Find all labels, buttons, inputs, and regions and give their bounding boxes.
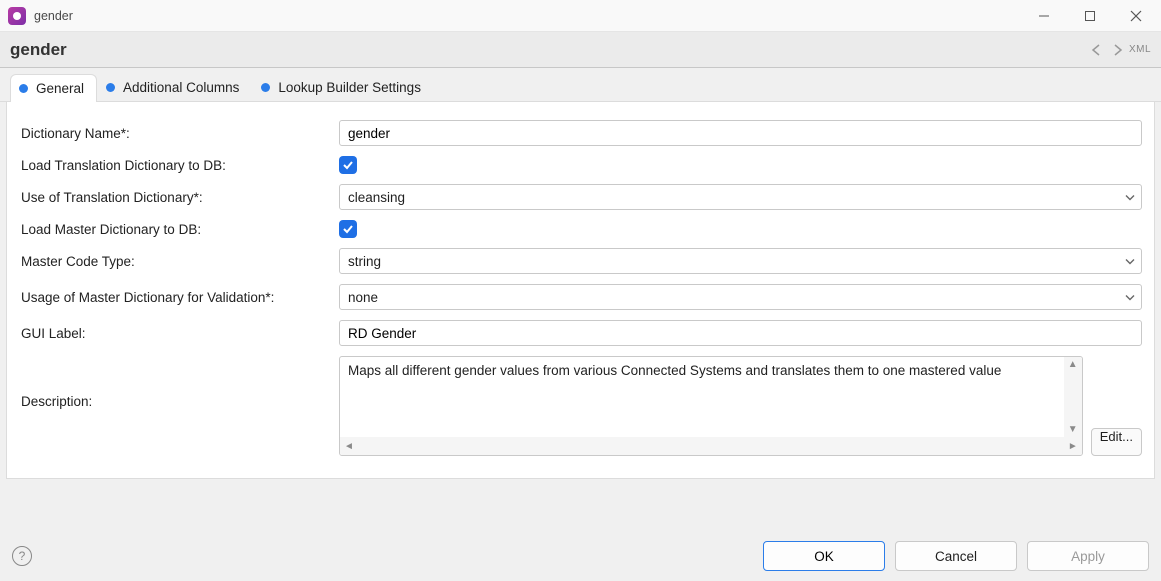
use-translation-select[interactable]: cleansing [339, 184, 1142, 210]
label-use-translation: Use of Translation Dictionary*: [19, 190, 339, 205]
page-title: gender [10, 40, 67, 60]
tab-label: Additional Columns [123, 80, 239, 95]
label-description: Description: [19, 356, 339, 456]
nav-back-icon[interactable] [1091, 44, 1105, 56]
dictionary-name-input[interactable] [339, 120, 1142, 146]
scroll-left-icon[interactable]: ◄ [340, 439, 358, 454]
master-code-type-select[interactable]: string [339, 248, 1142, 274]
vertical-scrollbar[interactable]: ▲ ▼ [1064, 357, 1082, 437]
tabs-bar: General Additional Columns Lookup Builde… [0, 68, 1161, 102]
chevron-down-icon [1125, 190, 1135, 205]
minimize-button[interactable] [1021, 1, 1067, 31]
select-value: cleansing [348, 190, 405, 205]
edit-description-button[interactable]: Edit... [1091, 428, 1142, 456]
ok-button[interactable]: OK [763, 541, 885, 571]
description-textarea[interactable]: Maps all different gender values from va… [339, 356, 1083, 456]
row-load-translation: Load Translation Dictionary to DB: [19, 156, 1142, 174]
label-usage-master-validation: Usage of Master Dictionary for Validatio… [19, 290, 339, 305]
apply-button[interactable]: Apply [1027, 541, 1149, 571]
load-master-checkbox[interactable] [339, 220, 357, 238]
row-use-translation: Use of Translation Dictionary*: cleansin… [19, 184, 1142, 210]
tab-indicator-icon [19, 84, 28, 93]
select-value: string [348, 254, 381, 269]
tab-indicator-icon [261, 83, 270, 92]
tab-label: Lookup Builder Settings [278, 80, 421, 95]
select-value: none [348, 290, 378, 305]
spacer [0, 479, 1161, 531]
row-gui-label: GUI Label: [19, 320, 1142, 346]
tab-indicator-icon [106, 83, 115, 92]
window-title: gender [34, 9, 73, 23]
app-icon [8, 7, 26, 25]
close-button[interactable] [1113, 1, 1159, 31]
tab-general[interactable]: General [10, 74, 97, 102]
usage-master-validation-select[interactable]: none [339, 284, 1142, 310]
scroll-down-icon[interactable]: ▼ [1064, 422, 1082, 437]
help-icon[interactable]: ? [12, 546, 32, 566]
chevron-down-icon [1125, 254, 1135, 269]
scroll-up-icon[interactable]: ▲ [1064, 357, 1082, 372]
load-translation-checkbox[interactable] [339, 156, 357, 174]
label-load-translation: Load Translation Dictionary to DB: [19, 158, 339, 173]
label-master-code-type: Master Code Type: [19, 254, 339, 269]
page-header: gender XML [0, 32, 1161, 68]
row-master-code-type: Master Code Type: string [19, 248, 1142, 274]
row-load-master: Load Master Dictionary to DB: [19, 220, 1142, 238]
row-dictionary-name: Dictionary Name*: [19, 120, 1142, 146]
gui-label-input[interactable] [339, 320, 1142, 346]
cancel-button[interactable]: Cancel [895, 541, 1017, 571]
tab-label: General [36, 81, 84, 96]
tab-additional-columns[interactable]: Additional Columns [97, 73, 252, 101]
tab-lookup-builder-settings[interactable]: Lookup Builder Settings [252, 73, 434, 101]
app-window: gender gender XML General Additional [0, 0, 1161, 581]
nav-forward-icon[interactable] [1111, 44, 1125, 56]
maximize-button[interactable] [1067, 1, 1113, 31]
description-text: Maps all different gender values from va… [348, 363, 1060, 378]
xml-button[interactable]: XML [1129, 44, 1151, 55]
row-description: Description: Maps all different gender v… [19, 356, 1142, 456]
form-panel: Dictionary Name*: Load Translation Dicti… [6, 102, 1155, 479]
footer-bar: ? OK Cancel Apply [0, 531, 1161, 581]
label-load-master: Load Master Dictionary to DB: [19, 222, 339, 237]
chevron-down-icon [1125, 290, 1135, 305]
row-usage-master-validation: Usage of Master Dictionary for Validatio… [19, 284, 1142, 310]
label-dictionary-name: Dictionary Name*: [19, 126, 339, 141]
scroll-right-icon[interactable]: ► [1064, 439, 1082, 454]
horizontal-scrollbar[interactable]: ◄ ► [340, 437, 1082, 455]
label-gui-label: GUI Label: [19, 326, 339, 341]
titlebar: gender [0, 0, 1161, 32]
